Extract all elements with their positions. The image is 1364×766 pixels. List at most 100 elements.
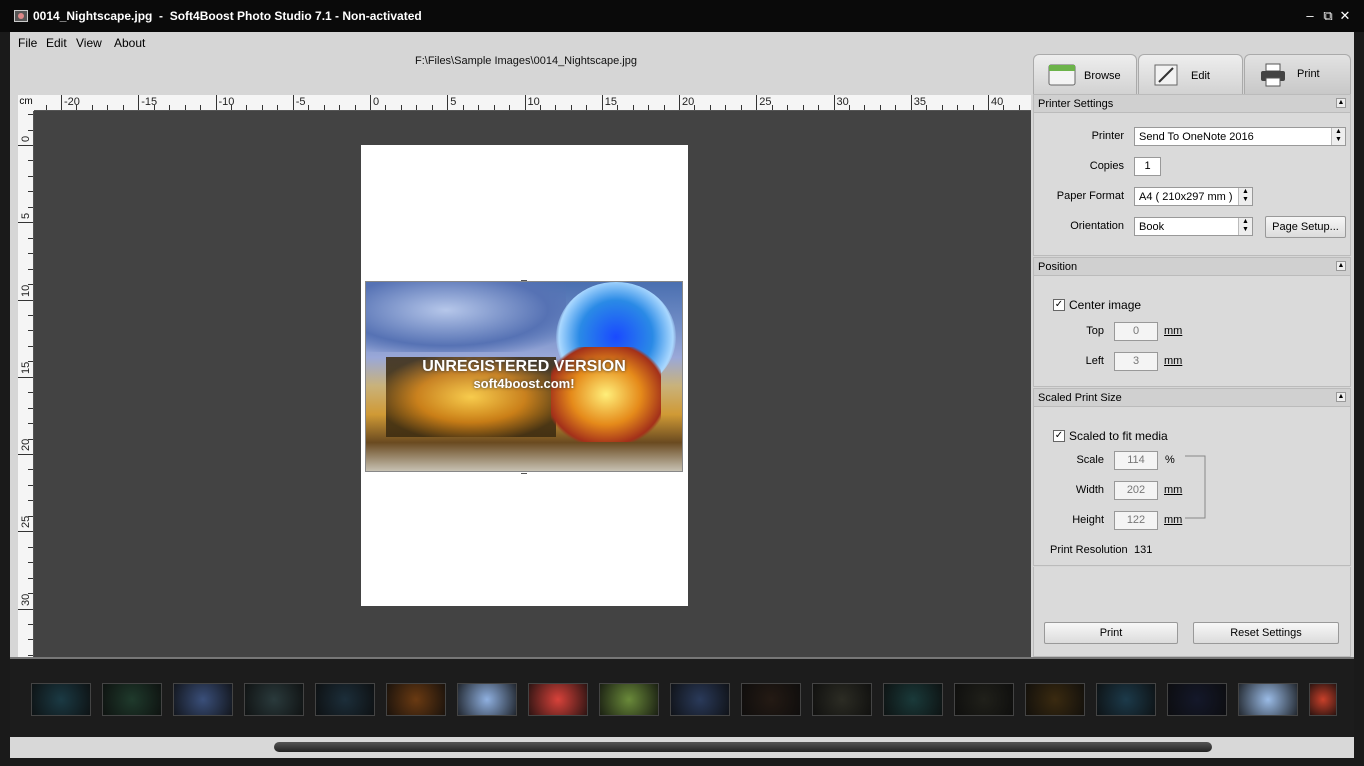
center-image-checkbox[interactable]: ✓ — [1053, 299, 1065, 311]
thumbnail-16[interactable] — [1096, 683, 1156, 716]
actions-area: Print Reset Settings — [1033, 567, 1351, 657]
collapse-icon[interactable]: ▲ — [1336, 261, 1346, 271]
close-button[interactable]: ✕ — [1337, 8, 1353, 24]
height-unit[interactable]: mm — [1164, 514, 1182, 526]
horizontal-scrollbar[interactable] — [10, 737, 1354, 758]
thumbnail-1[interactable] — [31, 683, 91, 716]
thumbnail-17[interactable] — [1167, 683, 1227, 716]
paper-format-label: Paper Format — [1056, 190, 1124, 202]
watermark-url: soft4boost.com! — [473, 376, 575, 391]
printer-settings-panel: Printer Settings ▲ Printer Send To OneNo… — [1033, 94, 1351, 256]
scrollbar-thumb[interactable] — [274, 742, 1212, 752]
page-setup-button[interactable]: Page Setup... — [1265, 216, 1346, 238]
thumbnail-14[interactable] — [954, 683, 1014, 716]
thumbnail-2[interactable] — [102, 683, 162, 716]
copies-field[interactable]: 1 — [1134, 157, 1161, 176]
tab-browse[interactable]: Browse — [1033, 54, 1137, 94]
thumbnail-10[interactable] — [670, 683, 730, 716]
vertical-ruler: 0 5 10 15 20 25 30 — [18, 111, 34, 657]
scaled-fit-checkbox[interactable]: ✓ — [1053, 430, 1065, 442]
collapse-icon[interactable]: ▲ — [1336, 98, 1346, 108]
menu-edit[interactable]: Edit — [46, 36, 67, 50]
resize-handle-top[interactable] — [521, 280, 527, 281]
position-header[interactable]: Position ▲ — [1034, 258, 1350, 276]
ruler-tick — [601, 95, 603, 110]
window-title: 0014_Nightscape.jpg - Soft4Boost Photo S… — [33, 9, 422, 23]
paper-format-select[interactable]: A4 ( 210x297 mm ) ▲ ▼ — [1134, 187, 1253, 206]
left-unit[interactable]: mm — [1164, 355, 1182, 367]
scaled-print-size-panel: Scaled Print Size ▲ ✓ Scaled to fit medi… — [1033, 388, 1351, 566]
app-icon — [14, 10, 28, 22]
thumbnail-13[interactable] — [883, 683, 943, 716]
printer-settings-header[interactable]: Printer Settings ▲ — [1034, 95, 1350, 113]
spin-arrows-icon: ▲ ▼ — [1238, 188, 1252, 205]
printer-label: Printer — [1091, 130, 1124, 142]
width-label: Width — [1075, 484, 1104, 496]
tab-edit[interactable]: Edit — [1138, 54, 1243, 94]
paper-sheet: UNREGISTERED VERSION soft4boost.com! — [361, 145, 688, 606]
restore-button[interactable]: ⧉ — [1320, 8, 1336, 24]
thumbnail-7[interactable] — [457, 683, 517, 716]
browse-icon — [1048, 64, 1076, 86]
width-field[interactable]: 202 — [1114, 481, 1158, 500]
thumbnail-11[interactable] — [741, 683, 801, 716]
ruler-tick — [679, 95, 680, 110]
ruler-tick — [18, 222, 33, 224]
reset-settings-button[interactable]: Reset Settings — [1193, 622, 1339, 644]
scale-field[interactable]: 114 — [1114, 451, 1158, 470]
thumbnail-12[interactable] — [812, 683, 872, 716]
ruler-label: 30 — [836, 96, 849, 108]
thumbnail-15[interactable] — [1025, 683, 1085, 716]
ruler-label: 25 — [20, 516, 32, 529]
ruler-label: 20 — [682, 96, 695, 108]
collapse-icon[interactable]: ▲ — [1336, 392, 1346, 402]
center-image-label: Center image — [1069, 298, 1142, 312]
copies-label: Copies — [1089, 160, 1124, 172]
thumbnail-filmstrip — [10, 657, 1354, 737]
tab-browse-label: Browse — [1084, 70, 1121, 82]
thumbnail-19[interactable] — [1309, 683, 1337, 716]
thumbnail-18[interactable] — [1238, 683, 1298, 716]
menu-about[interactable]: About — [114, 36, 145, 50]
thumbnail-3[interactable] — [173, 683, 233, 716]
left-field[interactable]: 3 — [1114, 352, 1158, 371]
ruler-label: -20 — [64, 96, 80, 108]
resize-handle-bottom[interactable] — [521, 473, 527, 474]
ruler-tick — [756, 95, 758, 110]
ruler-tick — [370, 95, 371, 110]
minimize-button[interactable]: – — [1302, 8, 1318, 24]
thumbnail-9[interactable] — [599, 683, 659, 716]
ruler-label: 10 — [527, 96, 540, 108]
top-label: Top — [1086, 325, 1104, 337]
ruler-unit: cm — [18, 95, 34, 111]
top-field[interactable]: 0 — [1114, 322, 1158, 341]
position-panel: Position ▲ ✓ Center image Top 0 mm Left … — [1033, 257, 1351, 387]
thumbnail-8[interactable] — [528, 683, 588, 716]
width-unit[interactable]: mm — [1164, 484, 1182, 496]
photo-preview[interactable]: UNREGISTERED VERSION soft4boost.com! — [365, 281, 683, 472]
scale-unit: % — [1165, 454, 1175, 466]
thumbnail-6[interactable] — [386, 683, 446, 716]
scaled-header[interactable]: Scaled Print Size ▲ — [1034, 389, 1350, 407]
orientation-select[interactable]: Book ▲ ▼ — [1134, 217, 1253, 236]
tab-print[interactable]: Print — [1244, 54, 1351, 94]
print-button[interactable]: Print — [1044, 622, 1178, 644]
menu-file[interactable]: File — [18, 36, 37, 50]
orientation-value: Book — [1139, 221, 1165, 233]
printer-select[interactable]: Send To OneNote 2016 ▲ ▼ — [1134, 127, 1346, 146]
height-field[interactable]: 122 — [1114, 511, 1158, 530]
menu-bar: File Edit View About — [10, 32, 1032, 52]
thumbnail-4[interactable] — [244, 683, 304, 716]
ruler-label: 40 — [991, 96, 1004, 108]
ruler-label: 0 — [373, 96, 380, 108]
menu-view[interactable]: View — [76, 36, 102, 50]
scaled-fit-label: Scaled to fit media — [1069, 429, 1168, 443]
position-title: Position — [1038, 261, 1078, 273]
top-unit[interactable]: mm — [1164, 325, 1182, 337]
main-window: File Edit View About F:\Files\Sample Ima… — [10, 32, 1354, 758]
thumbnail-5[interactable] — [315, 683, 375, 716]
ruler-tick — [18, 145, 33, 146]
ruler-tick — [447, 95, 449, 110]
tab-print-label: Print — [1297, 68, 1320, 80]
ruler-label: 35 — [913, 96, 926, 108]
